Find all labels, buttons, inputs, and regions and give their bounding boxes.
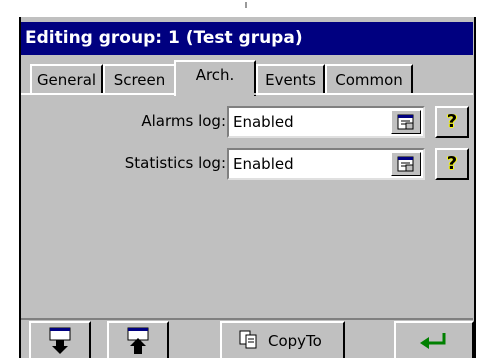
bottom-separator xyxy=(21,318,473,320)
export-button[interactable] xyxy=(107,321,169,358)
dialog-left-edge xyxy=(19,17,21,358)
active-tab-gap xyxy=(176,93,256,95)
copyto-button[interactable]: CopyTo xyxy=(220,321,345,358)
properties-icon xyxy=(397,156,414,172)
statistics-log-properties-button[interactable] xyxy=(391,152,421,176)
copyto-label: CopyTo xyxy=(268,332,322,350)
tab-common[interactable]: Common xyxy=(325,64,413,94)
dialog-right-edge xyxy=(474,17,476,358)
enter-icon xyxy=(420,333,446,349)
export-icon xyxy=(127,327,149,354)
tab-arch[interactable]: Arch. xyxy=(174,60,256,96)
alarms-log-label: Alarms log: xyxy=(141,112,226,130)
alarms-log-properties-button[interactable] xyxy=(391,110,421,134)
tab-screen[interactable]: Screen xyxy=(103,64,176,94)
window-title: Editing group: 1 (Test grupa) xyxy=(21,22,473,55)
tab-general[interactable]: General xyxy=(30,64,103,94)
import-icon xyxy=(49,327,71,354)
statistics-log-value: Enabled xyxy=(233,155,294,173)
alarms-log-value: Enabled xyxy=(233,113,294,131)
import-button[interactable] xyxy=(29,321,91,358)
tab-events[interactable]: Events xyxy=(256,64,325,94)
copy-icon xyxy=(239,330,257,349)
enter-button[interactable] xyxy=(394,321,474,358)
top-tick xyxy=(245,2,247,8)
alarms-log-help-button[interactable]: ? xyxy=(435,106,469,138)
help-icon: ? xyxy=(446,153,458,174)
help-icon: ? xyxy=(446,111,458,132)
properties-icon xyxy=(397,114,414,130)
statistics-log-field[interactable]: Enabled xyxy=(227,148,425,180)
alarms-log-field[interactable]: Enabled xyxy=(227,106,425,138)
statistics-log-label: Statistics log: xyxy=(124,154,226,172)
statistics-log-help-button[interactable]: ? xyxy=(435,148,469,180)
